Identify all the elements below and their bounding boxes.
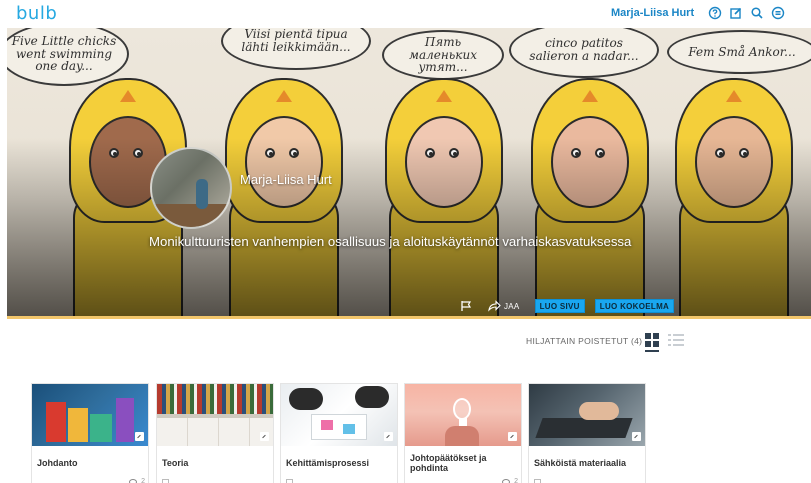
user-name-link[interactable]: Marja-Liisa Hurt (611, 7, 694, 19)
owner-avatar[interactable] (150, 147, 232, 229)
portfolio-title: Monikulttuuristen vanhempien osallisuus … (149, 234, 632, 249)
card-title: Kehittämisprosessi (286, 457, 370, 468)
create-collection-button[interactable]: LUO KOKOELMA (594, 299, 675, 313)
page-type-icon (286, 479, 293, 483)
card-image (405, 384, 521, 446)
collection-card[interactable]: Kehittämisprosessi (280, 383, 398, 483)
card-meta (534, 478, 642, 483)
page-type-icon (162, 479, 169, 483)
collection-card[interactable]: Teoria (156, 383, 274, 483)
views-icon (129, 479, 137, 483)
cover-image: Five Little chicks went swimming one day… (7, 28, 811, 317)
views-icon (502, 479, 510, 483)
list-view-icon[interactable] (668, 333, 684, 347)
create-page-button[interactable]: LUO SIVU (534, 299, 585, 313)
cover-gradient (7, 138, 811, 317)
card-meta (162, 478, 270, 483)
edit-icon[interactable] (729, 6, 743, 20)
grid-view-icon[interactable] (645, 333, 659, 347)
open-icon[interactable] (135, 432, 144, 441)
view-count: 2 (141, 478, 145, 483)
speech-bubble: Five Little chicks went swimming one day… (7, 28, 129, 86)
open-icon[interactable] (384, 432, 393, 441)
open-icon[interactable] (260, 432, 269, 441)
card-title: Sähköistä materiaalia (534, 457, 627, 468)
speech-bubble: Fem Små Ankor... (667, 30, 811, 74)
card-image (529, 384, 645, 446)
page-type-icon (534, 479, 541, 483)
bulb-logo[interactable]: bulb (16, 3, 57, 24)
recently-deleted-link[interactable]: HILJATTAIN POISTETUT (4) (526, 336, 642, 346)
speech-bubble: Viisi pientä tipua lähti leikkimään... (221, 28, 371, 70)
open-icon[interactable] (632, 432, 641, 441)
card-title: Johtopäätökset ja pohdinta (410, 452, 487, 473)
collection-card[interactable]: Sähköistä materiaalia (528, 383, 646, 483)
share-button[interactable]: JAA (487, 299, 520, 313)
speech-bubble: Пять маленьких утят... (382, 30, 504, 80)
share-label: JAA (504, 301, 520, 311)
card-title: Johdanto (37, 457, 78, 468)
search-icon[interactable] (750, 6, 764, 20)
card-meta: 2 (410, 478, 518, 483)
card-image (157, 384, 273, 446)
card-image (32, 384, 148, 446)
view-count: 2 (514, 478, 518, 483)
card-title: Teoria (162, 457, 189, 468)
cover-actions: JAA LUO SIVU LUO KOKOELMA (459, 298, 675, 314)
speech-bubble: cinco patitos salieron a nadar... (509, 28, 659, 78)
open-icon[interactable] (508, 432, 517, 441)
card-meta (286, 478, 394, 483)
share-icon (487, 299, 501, 313)
card-image (281, 384, 397, 446)
grid-view-active-indicator (645, 350, 659, 352)
card-meta: 2 (37, 478, 145, 483)
top-bar: bulb Marja-Liisa Hurt (0, 0, 811, 28)
help-icon[interactable] (708, 6, 722, 20)
collection-card[interactable]: Johtopäätökset ja pohdinta 2 (404, 383, 522, 483)
owner-name[interactable]: Marja-Liisa Hurt (240, 172, 332, 187)
flag-icon[interactable] (459, 299, 473, 313)
cover-divider (7, 316, 811, 319)
collection-card[interactable]: Johdanto 2 (31, 383, 149, 483)
menu-icon[interactable] (771, 6, 785, 20)
